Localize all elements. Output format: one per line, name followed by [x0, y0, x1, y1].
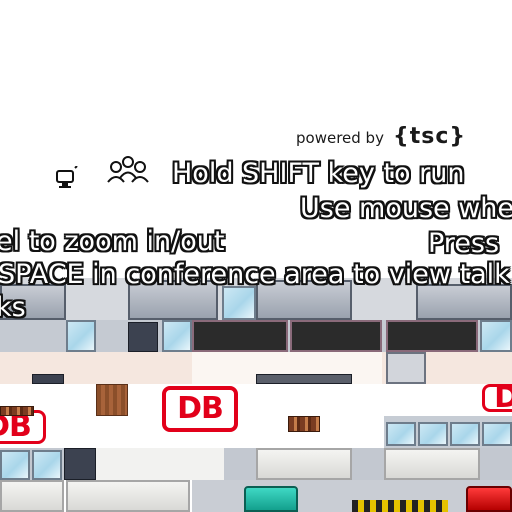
tsc-logo: {tsc}	[393, 124, 467, 149]
map-teal-seat	[244, 486, 298, 512]
map-window	[162, 320, 192, 352]
map-floor-white	[96, 448, 224, 480]
db-logo: DB	[162, 386, 238, 432]
screen-share-icon[interactable]	[52, 165, 80, 192]
map-bookshelf	[0, 406, 34, 416]
participants-icon	[107, 156, 149, 183]
map-chair	[64, 448, 96, 480]
map-screen-panel	[290, 320, 382, 352]
map-chair	[32, 374, 64, 384]
hint-mouse-wheel-2: el to zoom in/out	[0, 226, 225, 257]
map-window	[386, 422, 416, 446]
screen-share-icon	[56, 165, 78, 188]
hint-shift-run: Hold SHIFT key to run	[172, 158, 465, 189]
hint-press-space-3: ks	[0, 292, 26, 323]
map-wooden-door	[96, 384, 128, 416]
map-window	[32, 450, 62, 480]
hint-press-space-1: Press	[428, 228, 500, 259]
map-window	[482, 422, 512, 446]
map-window	[418, 422, 448, 446]
map-red-seat	[466, 486, 512, 512]
hint-press-space-2: SPACE in conference area to view talk	[0, 259, 510, 290]
hint-mouse-wheel-1: Use mouse whe	[300, 193, 512, 224]
db-logo: DB	[482, 383, 512, 413]
map-cabinet	[66, 480, 190, 512]
game-viewport[interactable]: DB DB DB powered by {tsc}	[0, 0, 512, 512]
map-device	[386, 352, 426, 384]
map-cabinet	[0, 480, 64, 512]
map-window	[450, 422, 480, 446]
map-window	[0, 450, 30, 480]
map-screen-panel	[192, 320, 288, 352]
map-cabinet	[256, 448, 352, 480]
map-bookshelf	[288, 416, 320, 432]
participants-icon[interactable]	[104, 154, 152, 188]
map-hazard-stripe	[352, 500, 448, 512]
map-chair	[128, 322, 158, 352]
powered-by-branding: powered by {tsc}	[296, 124, 466, 149]
map-cabinet	[384, 448, 480, 480]
map-screen-panel	[386, 320, 478, 352]
map-window	[480, 320, 512, 352]
map-chair	[256, 374, 352, 384]
powered-by-label: powered by	[296, 129, 384, 147]
map-window	[222, 286, 256, 320]
map-window	[66, 320, 96, 352]
